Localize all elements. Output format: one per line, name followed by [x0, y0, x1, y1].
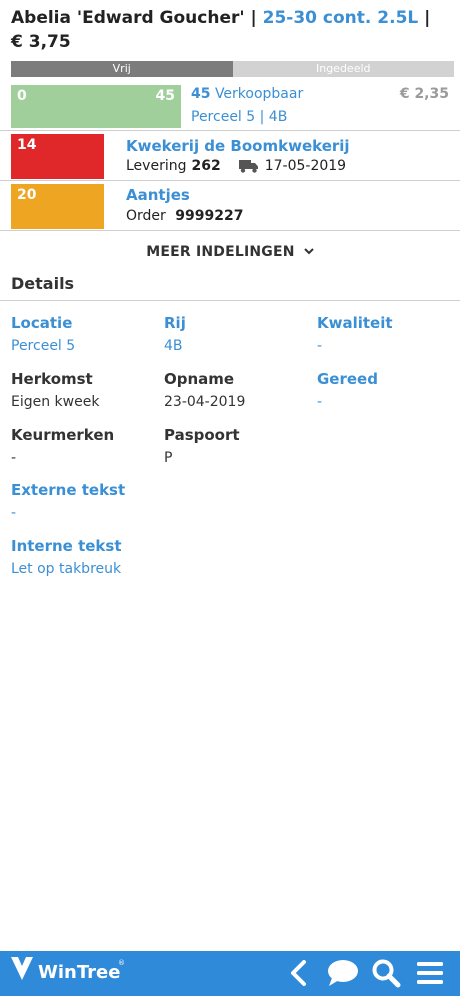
- stock-swatch-green: 0 45: [11, 85, 181, 128]
- field-interne-tekst[interactable]: Interne tekst Let op takbreuk: [11, 536, 122, 579]
- field-value: -: [11, 450, 17, 466]
- field-value: 23-04-2019: [164, 394, 246, 410]
- field-value: -: [317, 394, 323, 410]
- field-value: -: [11, 505, 17, 521]
- assigned-segment: Ingedeeld: [232, 61, 454, 77]
- wintree-logo[interactable]: WinTree ®: [10, 954, 125, 990]
- field-label: Interne tekst: [11, 537, 122, 555]
- delivery-line: Levering 262 17-05-2019: [126, 158, 346, 174]
- swatch-right-number: 45: [155, 88, 175, 104]
- field-value: P: [164, 450, 173, 466]
- details-title: Details: [11, 274, 75, 293]
- order-number: 9999227: [175, 208, 244, 224]
- field-herkomst: Herkomst Eigen kweek: [11, 369, 99, 412]
- order-label: Order: [126, 208, 166, 224]
- field-locatie[interactable]: Locatie Perceel 5: [11, 313, 75, 356]
- stock-price: € 2,35: [399, 86, 449, 102]
- product-price: € 3,75: [11, 32, 71, 52]
- customer-name[interactable]: Aantjes: [126, 186, 190, 204]
- menu-icon[interactable]: [415, 958, 445, 988]
- logo-text: WinTree: [38, 962, 121, 983]
- field-label: Externe tekst: [11, 481, 126, 499]
- saleable-line: 45 Verkoopbaar: [191, 86, 303, 102]
- product-header: Abelia 'Edward Goucher' | 25-30 cont. 2.…: [0, 0, 460, 54]
- field-opname: Opname 23-04-2019: [164, 369, 245, 412]
- allocation-bar: Vrij Ingedeeld: [11, 61, 454, 77]
- field-paspoort: Paspoort P: [164, 425, 240, 468]
- field-value: Let op takbreuk: [11, 561, 122, 577]
- saleable-qty: 45: [191, 86, 211, 102]
- bottom-toolbar: WinTree ®: [0, 951, 460, 996]
- more-allocations-button[interactable]: MEER INDELINGEN: [0, 244, 460, 260]
- product-size[interactable]: 25-30 cont. 2.5L: [263, 8, 419, 28]
- header-separator: |: [424, 8, 431, 28]
- logo-registered: ®: [118, 959, 125, 967]
- field-label: Rij: [164, 314, 186, 332]
- chat-icon[interactable]: [326, 958, 360, 988]
- field-gereed[interactable]: Gereed -: [317, 369, 378, 412]
- truck-icon: [238, 160, 258, 173]
- field-label: Opname: [164, 370, 235, 388]
- field-label: Gereed: [317, 370, 378, 388]
- back-icon[interactable]: [284, 958, 314, 988]
- more-allocations-label: MEER INDELINGEN: [146, 244, 295, 260]
- stock-location: Perceel 5 | 4B: [191, 109, 288, 125]
- field-value: Perceel 5: [11, 338, 76, 354]
- field-kwaliteit[interactable]: Kwaliteit -: [317, 313, 393, 356]
- delivery-number: 262: [191, 158, 221, 174]
- product-name: Abelia 'Edward Goucher': [11, 8, 245, 28]
- order-line: Order 9999227: [126, 208, 243, 224]
- stock-row-free[interactable]: 0 45 45 Verkoopbaar Perceel 5 | 4B € 2,3…: [0, 83, 460, 131]
- free-segment: Vrij: [11, 61, 233, 77]
- search-icon[interactable]: [371, 958, 401, 988]
- allocation-swatch-red: 14: [11, 134, 104, 179]
- customer-name[interactable]: Kwekerij de Boomkwekerij: [126, 137, 350, 155]
- swatch-number: 14: [17, 137, 37, 153]
- allocation-row-nursery[interactable]: 14 Kwekerij de Boomkwekerij Levering 262…: [0, 131, 460, 181]
- chevron-down-icon: [304, 247, 314, 258]
- field-externe-tekst[interactable]: Externe tekst -: [11, 480, 125, 523]
- swatch-number: 20: [17, 187, 37, 203]
- field-rij[interactable]: Rij 4B: [164, 313, 186, 356]
- delivery-label: Levering: [126, 158, 187, 174]
- field-label: Paspoort: [164, 426, 240, 444]
- logo-mark-icon: [11, 957, 33, 980]
- field-label: Herkomst: [11, 370, 93, 388]
- saleable-status: Verkoopbaar: [214, 86, 304, 102]
- header-separator: |: [250, 8, 257, 28]
- field-label: Locatie: [11, 314, 73, 332]
- allocation-swatch-orange: 20: [11, 184, 104, 229]
- field-value: Eigen kweek: [11, 394, 100, 410]
- details-divider: [0, 300, 460, 301]
- field-value: 4B: [164, 338, 183, 354]
- field-keurmerken: Keurmerken -: [11, 425, 114, 468]
- field-label: Keurmerken: [11, 426, 115, 444]
- swatch-left-number: 0: [17, 88, 27, 104]
- allocation-row-order[interactable]: 20 Aantjes Order 9999227: [0, 181, 460, 231]
- delivery-date: 17-05-2019: [264, 158, 347, 174]
- field-value: -: [317, 338, 323, 354]
- field-label: Kwaliteit: [317, 314, 393, 332]
